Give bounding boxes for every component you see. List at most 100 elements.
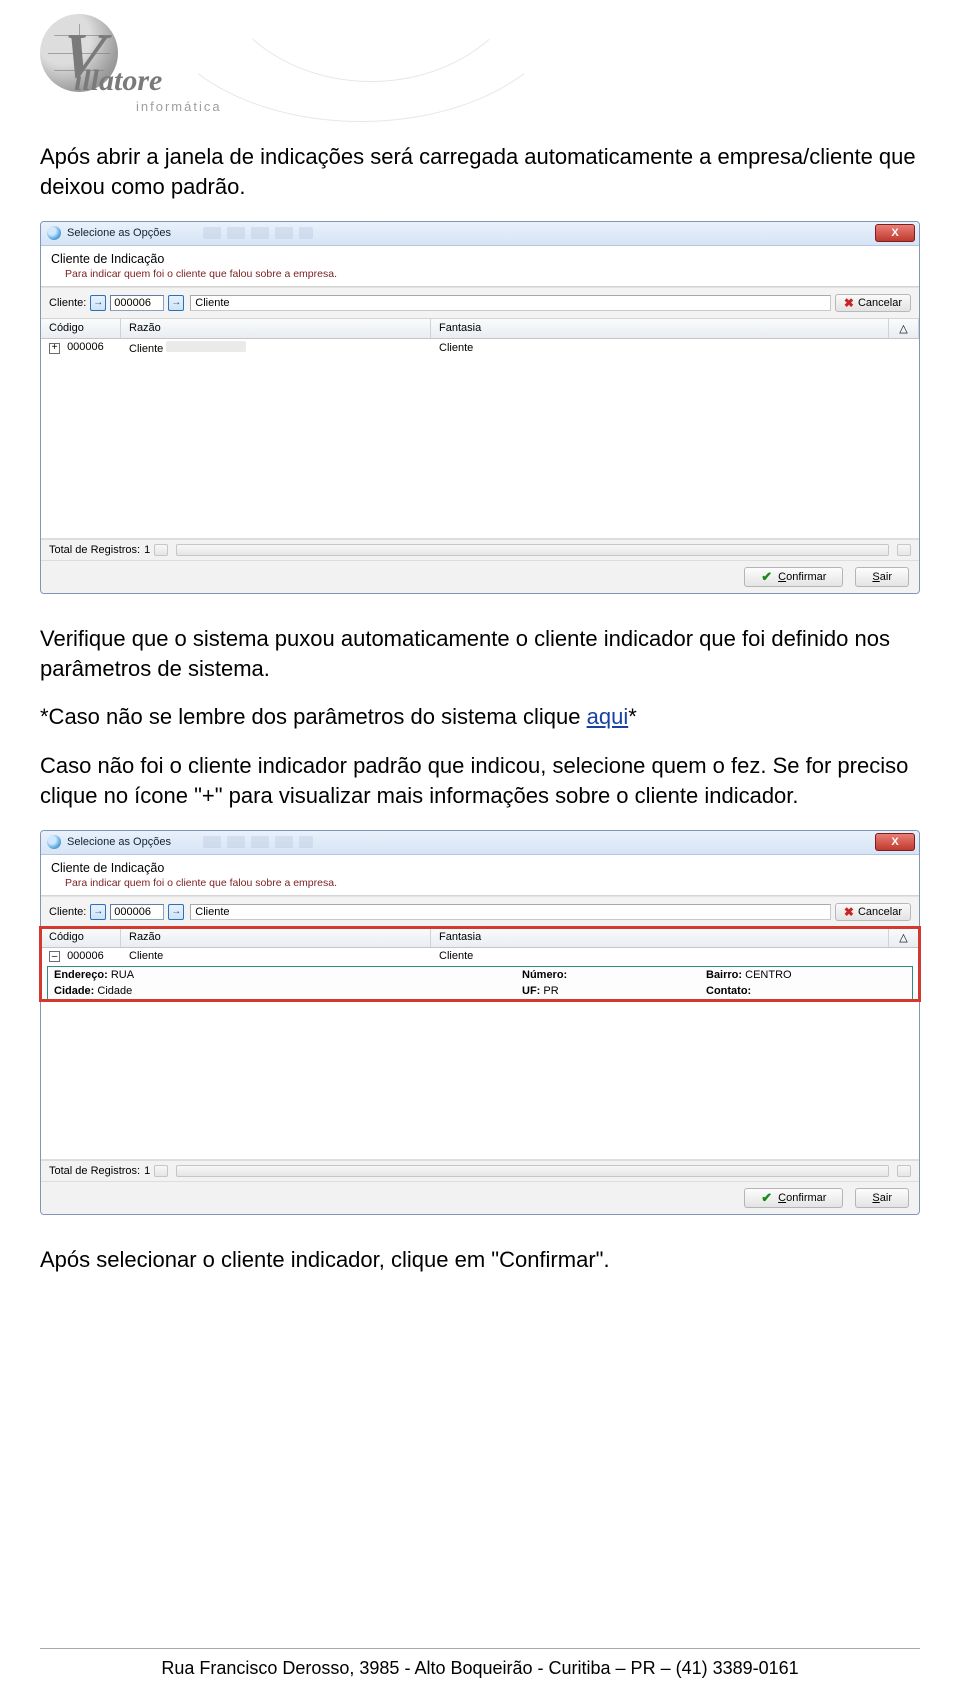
collapse-icon[interactable]: – [49, 951, 60, 962]
grid-header: Código Razão Fantasia △ [41, 928, 919, 948]
cell-razao: Cliente [129, 950, 163, 962]
cell-codigo: 000006 [67, 950, 104, 962]
scroll-left-icon[interactable] [154, 1165, 168, 1177]
cell-razao: Cliente [129, 343, 163, 355]
scrollbar[interactable] [176, 1165, 889, 1177]
col-sort[interactable]: △ [889, 319, 919, 338]
grid-footer: Total de Registros: 1 [41, 1160, 919, 1181]
name-input[interactable]: Cliente [190, 295, 831, 311]
p3-pre: *Caso não se lembre dos parâmetros do si… [40, 704, 587, 729]
titlebar-decoration [203, 227, 313, 239]
cancel-button[interactable]: ✖ Cancelar [835, 903, 911, 921]
next-button[interactable]: → [168, 904, 184, 920]
section-title: Cliente de Indicação [51, 861, 909, 875]
titlebar-decoration [203, 836, 313, 848]
col-fantasia[interactable]: Fantasia [431, 928, 889, 947]
grid-body: + 000006 Cliente Cliente [41, 339, 919, 539]
logo-block: V illatore informática [40, 0, 920, 130]
uf-label: UF: [522, 985, 540, 997]
scroll-right-icon[interactable] [897, 1165, 911, 1177]
endereco-label: Endereço: [54, 969, 108, 981]
screenshot-2: Selecione as Opções X Cliente de Indicaç… [40, 830, 920, 1216]
exit-button[interactable]: Sair [855, 567, 909, 587]
grid-header: Código Razão Fantasia △ [41, 319, 919, 339]
confirm-label: Confirmar [778, 1192, 826, 1204]
cell-codigo: 000006 [67, 341, 104, 353]
exit-button[interactable]: Sair [855, 1188, 909, 1208]
close-button[interactable]: X [875, 833, 915, 851]
filter-toolbar: Cliente: → 000006 → Cliente ✖ Cancelar [41, 896, 919, 928]
prev-button[interactable]: → [90, 904, 106, 920]
app-icon [47, 226, 61, 240]
grid-body [41, 1000, 919, 1160]
table-row[interactable]: + 000006 Cliente Cliente [41, 339, 919, 357]
close-button[interactable]: X [875, 224, 915, 242]
prev-button[interactable]: → [90, 295, 106, 311]
window-title: Selecione as Opções [67, 836, 171, 848]
aqui-link[interactable]: aqui [587, 704, 629, 729]
highlighted-area: Código Razão Fantasia △ – 000006 Cliente… [41, 928, 919, 1001]
confirm-button[interactable]: ✔ Confirmar [744, 1188, 843, 1208]
app-icon [47, 835, 61, 849]
total-label: Total de Registros: [49, 1165, 140, 1177]
confirm-button[interactable]: ✔ Confirmar [744, 567, 843, 587]
dialog-buttons: ✔ Confirmar Sair [41, 560, 919, 593]
x-icon: ✖ [844, 905, 854, 919]
col-sort[interactable]: △ [889, 928, 919, 947]
col-codigo[interactable]: Código [41, 319, 121, 338]
name-input[interactable]: Cliente [190, 904, 831, 920]
next-button[interactable]: → [168, 295, 184, 311]
cancel-label: Cancelar [858, 906, 902, 918]
paragraph-3: *Caso não se lembre dos parâmetros do si… [40, 702, 920, 732]
total-value: 1 [144, 1165, 150, 1177]
paragraph-4: Caso não foi o cliente indicador padrão … [40, 751, 920, 812]
cidade-label: Cidade: [54, 985, 94, 997]
paragraph-2: Verifique que o sistema puxou automatica… [40, 624, 920, 685]
bairro-label: Bairro: [706, 969, 742, 981]
titlebar: Selecione as Opções X [41, 831, 919, 855]
confirm-label: Confirmar [778, 571, 826, 583]
contato-label: Contato: [706, 985, 751, 997]
col-codigo[interactable]: Código [41, 928, 121, 947]
bairro-value: CENTRO [745, 969, 791, 981]
paragraph-1: Após abrir a janela de indicações será c… [40, 142, 920, 203]
section-head: Cliente de Indicação Para indicar quem f… [41, 855, 919, 896]
dialog-buttons: ✔ Confirmar Sair [41, 1181, 919, 1214]
screenshot-1: Selecione as Opções X Cliente de Indicaç… [40, 221, 920, 594]
section-subtitle: Para indicar quem foi o cliente que falo… [51, 266, 909, 282]
grid-footer: Total de Registros: 1 [41, 539, 919, 560]
cidade-value: Cidade [97, 985, 132, 997]
expand-icon[interactable]: + [49, 343, 60, 354]
section-title: Cliente de Indicação [51, 252, 909, 266]
window-title: Selecione as Opções [67, 227, 171, 239]
x-icon: ✖ [844, 296, 854, 310]
col-razao[interactable]: Razão [121, 928, 431, 947]
cell-fantasia: Cliente [439, 342, 473, 354]
code-input[interactable]: 000006 [110, 904, 164, 920]
code-input[interactable]: 000006 [110, 295, 164, 311]
uf-value: PR [543, 985, 558, 997]
section-head: Cliente de Indicação Para indicar quem f… [41, 246, 919, 287]
paragraph-5: Após selecionar o cliente indicador, cli… [40, 1245, 920, 1275]
titlebar: Selecione as Opções X [41, 222, 919, 246]
scroll-left-icon[interactable] [154, 544, 168, 556]
exit-label: Sair [872, 571, 892, 583]
blurred-text [166, 341, 246, 352]
cancel-label: Cancelar [858, 297, 902, 309]
cancel-button[interactable]: ✖ Cancelar [835, 294, 911, 312]
filter-toolbar: Cliente: → 000006 → Cliente ✖ Cancelar [41, 287, 919, 319]
logo-wordmark: illatore [74, 66, 162, 96]
total-label: Total de Registros: [49, 544, 140, 556]
page-footer: Rua Francisco Derosso, 3985 - Alto Boque… [0, 1658, 960, 1679]
cell-fantasia: Cliente [439, 950, 473, 962]
cliente-label: Cliente: [49, 906, 86, 918]
col-razao[interactable]: Razão [121, 319, 431, 338]
total-value: 1 [144, 544, 150, 556]
scroll-right-icon[interactable] [897, 544, 911, 556]
logo: V illatore informática [40, 14, 240, 114]
p3-post: * [628, 704, 637, 729]
col-fantasia[interactable]: Fantasia [431, 319, 889, 338]
scrollbar[interactable] [176, 544, 889, 556]
table-row[interactable]: – 000006 Cliente Cliente [41, 948, 919, 965]
footer-separator [40, 1648, 920, 1649]
